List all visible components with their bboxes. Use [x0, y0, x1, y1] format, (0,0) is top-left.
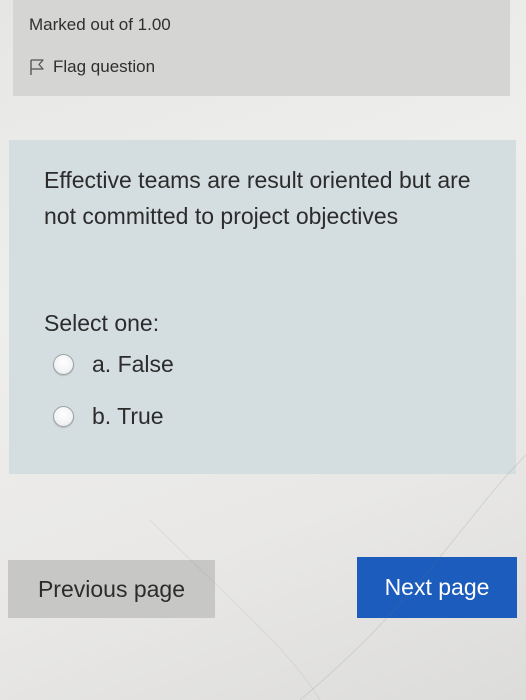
- radio-button[interactable]: [53, 354, 74, 375]
- answer-option-true[interactable]: b. True: [53, 403, 164, 430]
- previous-page-button[interactable]: Previous page: [8, 560, 215, 618]
- flag-question-label: Flag question: [53, 57, 156, 76]
- question-text: Effective teams are result oriented but …: [44, 167, 471, 229]
- answer-label: a. False: [92, 351, 174, 377]
- select-one-prompt: Select one:: [44, 310, 160, 336]
- question-content-panel: Effective teams are result oriented but …: [9, 140, 516, 474]
- answer-option-false[interactable]: a. False: [53, 351, 174, 378]
- answer-label: b. True: [92, 403, 164, 429]
- question-info-panel: Marked out of 1.00 Flag question: [13, 0, 510, 96]
- radio-button[interactable]: [53, 406, 74, 427]
- next-page-button[interactable]: Next page: [357, 557, 517, 618]
- flag-question-link[interactable]: Flag question: [29, 57, 155, 77]
- marked-out-of-text: Marked out of 1.00: [29, 15, 171, 34]
- flag-icon: [29, 58, 45, 76]
